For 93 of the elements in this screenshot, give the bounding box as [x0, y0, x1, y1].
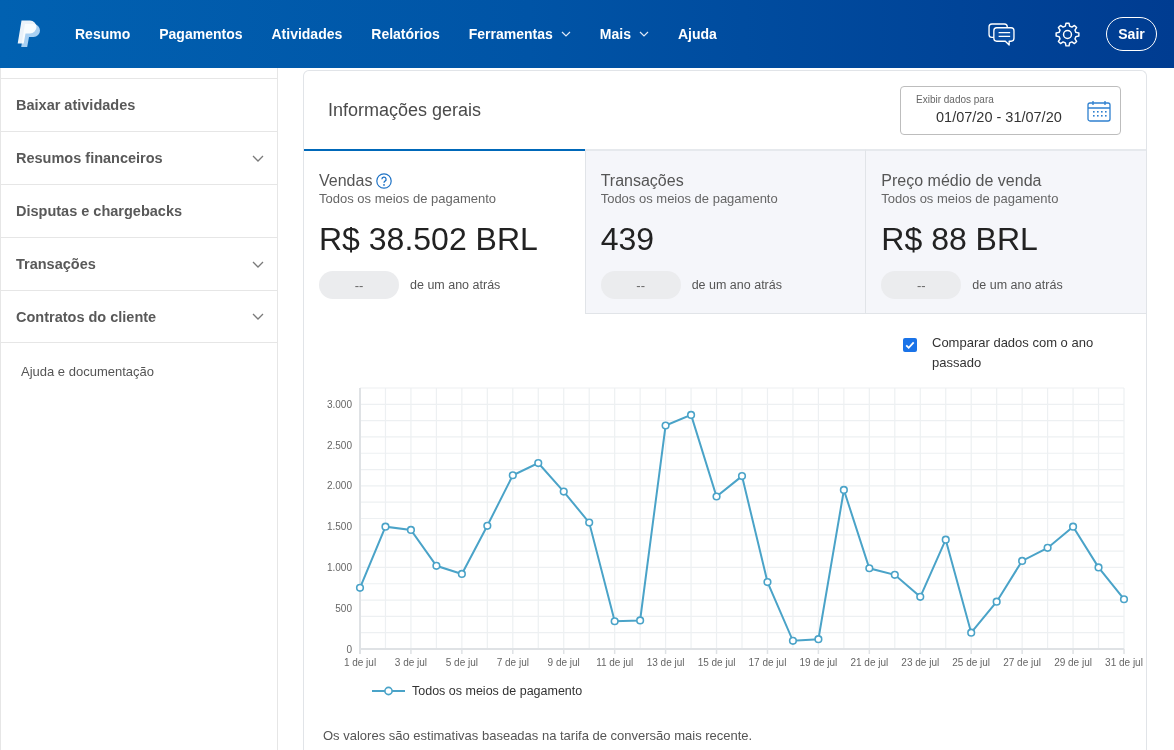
compare-label: Comparar dados com o ano passado	[932, 334, 1095, 372]
x-axis-label: 13 de jul	[646, 657, 685, 668]
legend-marker-icon	[372, 686, 405, 696]
data-point	[890, 570, 899, 579]
y-axis-label: 0	[346, 643, 352, 655]
change-label: de um ano atrás	[972, 278, 1063, 292]
data-point	[636, 616, 645, 625]
date-range-field[interactable]: Exibir dados para 01/07/20 - 31/07/20	[900, 86, 1121, 135]
data-point	[1119, 595, 1129, 604]
x-axis-label: 7 de jul	[496, 657, 529, 668]
data-point	[406, 525, 416, 534]
nav-link[interactable]: Pagamentos	[159, 26, 243, 42]
x-axis-label: 31 de jul	[1105, 657, 1143, 668]
metric-subtitle: Todos os meios de pagamento	[319, 191, 497, 207]
calendar-icon[interactable]	[1087, 99, 1111, 122]
help-icon[interactable]	[376, 173, 393, 189]
change-label: de um ano atrás	[410, 278, 501, 292]
x-axis-label: 17 de jul	[748, 657, 787, 668]
x-axis-label: 1 de jul	[343, 657, 377, 668]
x-axis-label: 25 de jul	[952, 657, 991, 668]
logo-icon[interactable]	[16, 19, 42, 49]
x-axis-label: 27 de jul	[1003, 657, 1042, 668]
data-point	[483, 521, 492, 530]
sidebar-item[interactable]: Contratos do cliente	[1, 290, 277, 343]
data-point	[508, 471, 517, 480]
data-point	[967, 628, 976, 637]
data-point	[814, 635, 823, 644]
data-point	[381, 522, 390, 531]
data-point	[916, 592, 925, 601]
metric-tab[interactable]: Preço médio de venda Todos os meios de pagamento R$ 88 BRL -- de um ano atrás	[865, 149, 1146, 314]
change-indicator: --	[600, 271, 681, 299]
x-axis-label: 5 de jul	[445, 657, 478, 668]
x-axis-label: 21 de jul	[850, 657, 889, 668]
x-axis-label: 29 de jul	[1054, 657, 1092, 668]
help-link[interactable]: Ajuda e documentação	[21, 364, 154, 380]
data-point	[712, 492, 721, 501]
nav-link[interactable]: Resumo	[75, 26, 131, 42]
data-point	[1068, 522, 1078, 531]
y-axis-label: 500	[335, 602, 352, 614]
change-indicator: --	[881, 271, 962, 299]
data-point	[839, 485, 848, 495]
metric-tab[interactable]: Transações Todos os meios de pagamento 439 -- de um ano atrás	[584, 149, 866, 314]
metric-value: R$ 38.502 BRL	[319, 220, 538, 258]
footnote: Os valores são estimativas baseadas na tarifa de conversão mais recente.	[323, 728, 754, 744]
change-indicator: --	[319, 271, 399, 299]
data-point	[432, 561, 441, 570]
panel-title: Informações gerais	[328, 99, 482, 121]
data-point	[737, 472, 747, 481]
x-axis-label: 15 de jul	[697, 657, 736, 668]
nav-link[interactable]: Mais	[599, 26, 649, 42]
y-axis-label: 2.500	[326, 439, 352, 451]
nav-link[interactable]: Atividades	[271, 26, 343, 42]
x-axis-label: 23 de jul	[901, 657, 940, 668]
data-point	[1018, 556, 1027, 565]
metric-title: Transações	[600, 171, 684, 191]
data-point	[457, 569, 466, 579]
y-axis-label: 1.500	[326, 521, 352, 533]
nav-link[interactable]: Ajuda	[677, 26, 717, 42]
metric-subtitle: Todos os meios de pagamento	[600, 191, 778, 207]
nav-link[interactable]: Ferramentas	[468, 26, 571, 42]
data-point	[686, 410, 696, 420]
data-point	[585, 518, 594, 527]
legend-label: Todos os meios de pagamento	[412, 684, 583, 698]
data-point	[941, 535, 950, 544]
data-point	[865, 564, 874, 573]
data-point	[610, 617, 619, 626]
settings-icon[interactable]	[1055, 21, 1080, 47]
y-axis-label: 1.000	[326, 561, 352, 573]
date-range-value: 01/07/20 - 31/07/20	[936, 108, 1062, 126]
data-point	[992, 597, 1001, 606]
data-point	[661, 421, 670, 430]
data-point	[763, 578, 772, 587]
metric-value: R$ 88 BRL	[881, 220, 1038, 258]
messages-icon[interactable]	[988, 22, 1015, 46]
x-axis-label: 3 de jul	[394, 657, 428, 668]
data-point	[788, 636, 798, 645]
data-point	[1094, 563, 1103, 572]
y-axis-label: 2.000	[326, 480, 352, 492]
x-axis-label: 19 de jul	[799, 657, 838, 668]
x-axis-label: 9 de jul	[547, 657, 580, 668]
compare-checkbox[interactable]	[903, 338, 917, 352]
data-point	[1043, 543, 1052, 552]
x-axis-label: 11 de jul	[596, 657, 634, 668]
metric-title: Preço médio de venda	[881, 171, 1042, 191]
nav-link[interactable]: Relatórios	[371, 26, 440, 42]
metric-value: 439	[600, 220, 655, 258]
data-point	[534, 458, 543, 468]
metric-subtitle: Todos os meios de pagamento	[881, 191, 1059, 207]
metric-title: Vendas	[319, 171, 373, 191]
y-axis-label: 3.000	[326, 398, 352, 410]
change-label: de um ano atrás	[691, 278, 782, 292]
data-point	[559, 487, 568, 496]
date-range-label: Exibir dados para	[916, 93, 995, 106]
